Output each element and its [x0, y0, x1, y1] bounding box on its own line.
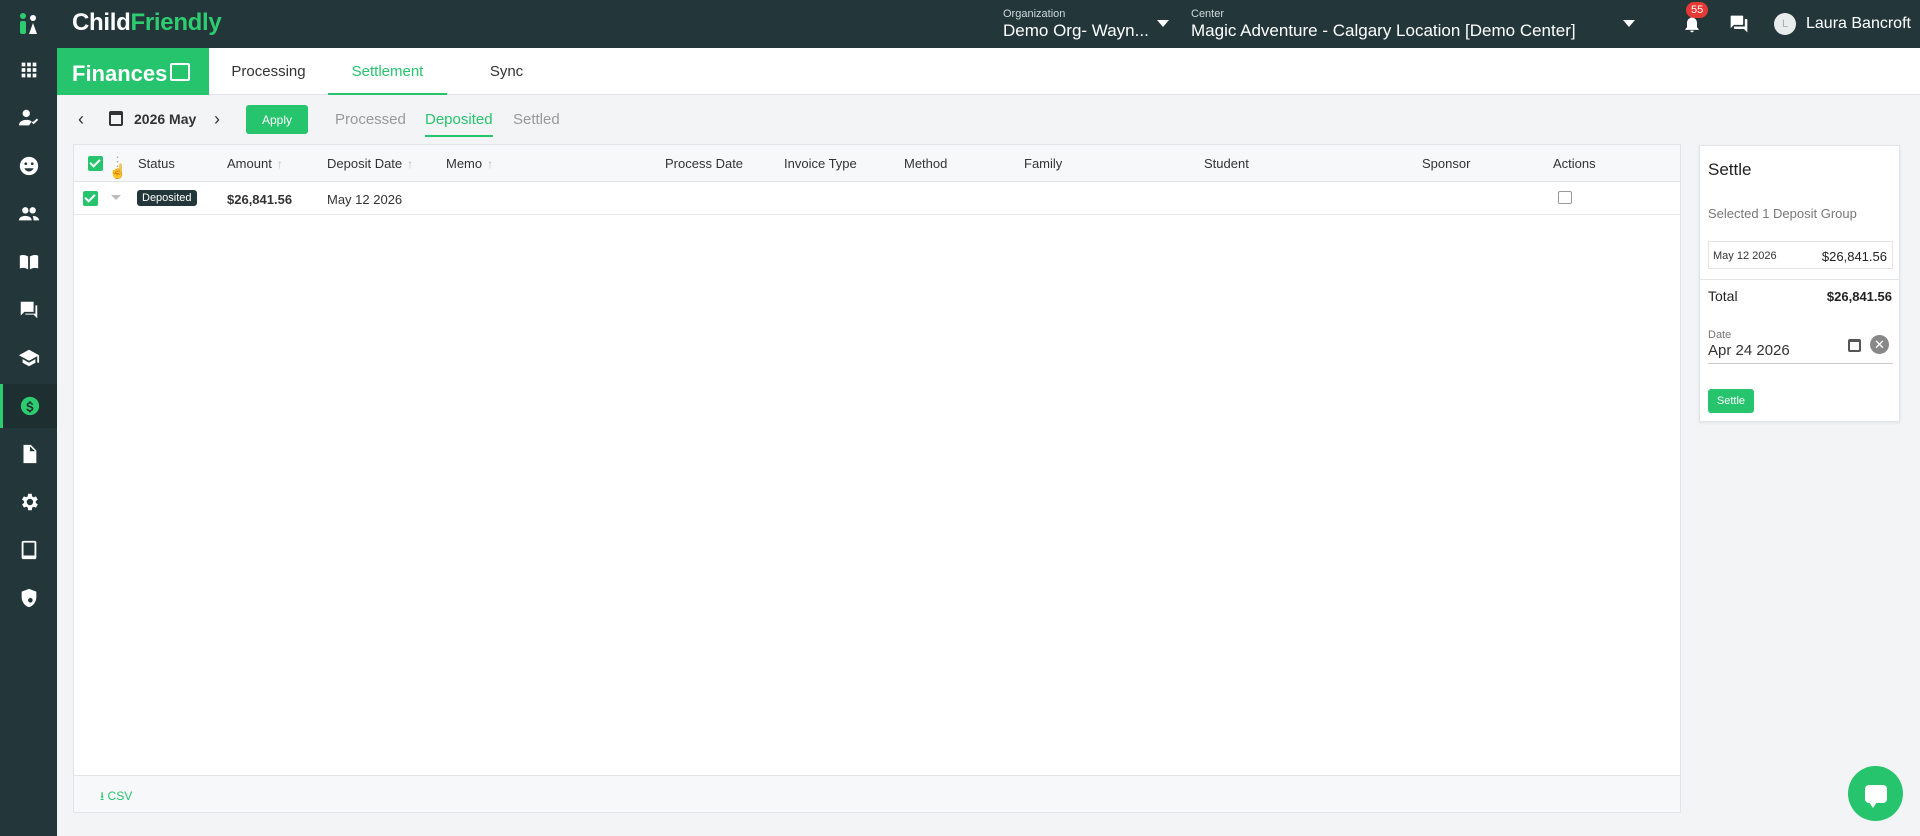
chat-bubble-icon: [1864, 784, 1887, 808]
status-badge: Deposited: [137, 190, 197, 206]
divider: [1700, 279, 1899, 280]
selected-deposit-date: May 12 2026: [1713, 250, 1777, 262]
selected-count: Selected 1 Deposit Group: [1708, 206, 1857, 221]
settle-panel: Settle Selected 1 Deposit Group May 12 2…: [1699, 145, 1900, 422]
tab-processing[interactable]: Processing: [209, 48, 328, 95]
organization-value: Demo Org- Wayn...: [1003, 21, 1149, 40]
month-selector[interactable]: 2026 May: [134, 111, 196, 127]
deposits-table: ⋮ Status Amount ↑ Deposit Date ↑ Memo ↑ Pro…: [73, 144, 1681, 813]
child-face-icon[interactable]: [0, 144, 57, 188]
apps-grid-icon[interactable]: [0, 48, 57, 92]
calendar-icon[interactable]: [109, 111, 123, 126]
subtab-deposited[interactable]: Deposited: [425, 111, 493, 137]
filter-bar: ‹ 2026 May › Apply Processed Deposited S…: [57, 95, 1677, 145]
sort-arrow-icon[interactable]: ↑: [487, 157, 493, 171]
table-header: ⋮ Status Amount ↑ Deposit Date ↑ Memo ↑ Pro…: [74, 145, 1680, 182]
column-deposit-date[interactable]: Deposit Date ↑: [327, 156, 413, 171]
expand-row-chevron-icon[interactable]: [111, 195, 121, 200]
user-name[interactable]: Laura Bancroft: [1806, 15, 1911, 33]
total-label: Total: [1708, 288, 1738, 304]
people-icon[interactable]: [0, 192, 57, 236]
tab-settlement[interactable]: Settlement: [328, 48, 447, 95]
chat-icon[interactable]: [1729, 14, 1749, 34]
selected-deposit-item: May 12 2026 $26,841.56: [1708, 241, 1893, 269]
subtab-settled[interactable]: Settled: [513, 111, 560, 128]
row-checkbox[interactable]: [83, 191, 98, 206]
csv-download-button[interactable]: ⭳ CSV: [100, 787, 132, 808]
left-sidebar: [0, 48, 57, 836]
row-deposit-date: May 12 2026: [327, 192, 403, 207]
table-row[interactable]: Deposited $26,841.56 May 12 2026: [74, 182, 1680, 215]
date-label: Date: [1708, 329, 1732, 341]
column-method[interactable]: Method: [904, 156, 947, 171]
section-tab-bar: Finances Processing Settlement Sync: [57, 48, 1920, 95]
column-actions: Actions: [1553, 156, 1596, 171]
center-value: Magic Adventure - Calgary Location [Demo…: [1191, 21, 1576, 40]
graduation-cap-icon[interactable]: [0, 336, 57, 380]
settle-date-field[interactable]: Apr 24 2026: [1708, 342, 1790, 359]
gear-icon[interactable]: [0, 480, 57, 524]
apply-button[interactable]: Apply: [246, 105, 308, 134]
subtab-processed[interactable]: Processed: [335, 111, 406, 128]
column-status[interactable]: Status: [138, 156, 175, 171]
column-sponsor[interactable]: Sponsor: [1422, 156, 1470, 171]
home-logo-icon[interactable]: [0, 0, 57, 48]
column-process-date[interactable]: Process Date: [665, 156, 743, 171]
settle-button[interactable]: Settle: [1708, 389, 1754, 413]
document-icon[interactable]: [0, 432, 57, 476]
tab-sync[interactable]: Sync: [447, 48, 566, 95]
date-field-underline: [1708, 363, 1893, 364]
receipt-icon[interactable]: [1558, 191, 1572, 204]
tablet-icon[interactable]: [0, 528, 57, 572]
select-all-checkbox[interactable]: [88, 156, 103, 171]
column-memo[interactable]: Memo ↑: [446, 156, 493, 171]
column-family[interactable]: Family: [1024, 156, 1062, 171]
selected-deposit-amount: $26,841.56: [1821, 249, 1887, 264]
user-check-icon[interactable]: [0, 96, 57, 140]
chat-support-button[interactable]: [1848, 766, 1903, 821]
notification-badge: 55: [1686, 2, 1709, 18]
messages-icon[interactable]: [0, 288, 57, 332]
calendar-icon[interactable]: [1848, 339, 1861, 352]
sort-arrow-icon[interactable]: ↑: [277, 157, 283, 171]
row-amount: $26,841.56: [227, 192, 293, 207]
shield-gear-icon[interactable]: [0, 576, 57, 620]
total-amount: $26,841.56: [1826, 289, 1892, 304]
center-selector[interactable]: Center Magic Adventure - Calgary Locatio…: [1191, 8, 1576, 41]
finances-icon: [170, 63, 190, 81]
book-icon[interactable]: [0, 240, 57, 284]
clear-date-icon[interactable]: ✕: [1870, 335, 1889, 354]
top-header: ChildFriendly Organization Demo Org- Way…: [0, 0, 1920, 48]
app-logo[interactable]: ChildFriendly: [72, 9, 222, 37]
center-label: Center: [1191, 8, 1225, 20]
center-chevron-down-icon[interactable]: [1623, 20, 1635, 27]
column-amount[interactable]: Amount ↑: [227, 156, 283, 171]
organization-label: Organization: [1003, 8, 1066, 20]
column-invoice-type[interactable]: Invoice Type: [784, 156, 857, 171]
previous-month-arrow-icon[interactable]: ‹: [78, 109, 84, 130]
next-month-arrow-icon[interactable]: ›: [214, 109, 220, 130]
organization-chevron-down-icon[interactable]: [1157, 20, 1169, 27]
finances-section-title: Finances: [57, 48, 209, 95]
dollar-icon[interactable]: [0, 384, 57, 428]
organization-selector[interactable]: Organization Demo Org- Wayn...: [1003, 8, 1149, 41]
avatar[interactable]: L: [1774, 13, 1796, 35]
mouse-cursor-icon: ☝: [109, 163, 127, 179]
table-footer: ⭳ CSV: [74, 775, 1680, 812]
settle-title: Settle: [1708, 160, 1752, 179]
sort-arrow-icon[interactable]: ↑: [407, 157, 413, 171]
column-student[interactable]: Student: [1204, 156, 1249, 171]
